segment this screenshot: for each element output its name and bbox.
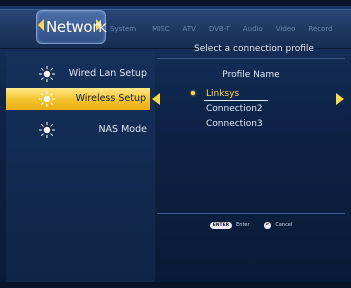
sidebar-item-label: NAS Mode [98,124,147,135]
tab-left-arrow-icon[interactable] [38,19,44,31]
page-subtitle: Select a connection profile [194,44,314,54]
arrow-right-icon[interactable] [336,93,344,105]
profile-selection-underline [204,100,268,101]
selected-indicator-icon [191,91,195,95]
sidebar [6,52,155,282]
sidebar-item-wireless-setup[interactable]: Wireless Setup [6,88,150,110]
enter-hint-label: Enter [236,222,250,228]
key-hints: ENTER Enter ↶ Cancel [157,220,345,230]
tab-atv[interactable]: ATV [183,25,196,37]
sun-icon [39,122,55,138]
profile-item-connection2[interactable]: Connection2 [206,104,263,114]
profile-item-connection3[interactable]: Connection3 [206,119,263,129]
profile-list-header: Profile Name [222,70,280,80]
return-key-icon: ↶ [263,221,272,229]
tab-audio[interactable]: Audio [243,25,263,37]
tab-system[interactable]: System [110,25,136,37]
tab-strip: System MISC ATV DVB-T Audio Video Record [110,25,346,37]
tab-video[interactable]: Video [276,25,296,37]
sidebar-item-wired-lan-setup[interactable]: Wired Lan Setup [6,63,155,85]
top-border [0,0,351,6]
sidebar-item-nas-mode[interactable]: NAS Mode [6,119,155,141]
sun-icon [39,91,55,107]
footer-divider [157,213,345,214]
profile-item-linksys[interactable]: Linksys [206,89,239,99]
bottom-border [0,282,351,288]
tab-record[interactable]: Record [308,25,332,37]
tab-misc[interactable]: MISC [152,25,169,37]
sun-icon [39,66,55,82]
tab-dvbt[interactable]: DVB-T [209,25,230,37]
sidebar-item-label: Wired Lan Setup [68,68,147,79]
active-tab-label: Network [46,18,107,36]
cancel-hint-label: Cancel [275,222,293,228]
sidebar-item-label: Wireless Setup [75,93,146,104]
arrow-left-icon[interactable] [152,93,160,105]
enter-key-icon: ENTER [209,221,233,229]
divider [157,58,345,59]
osd-frame: Network System MISC ATV DVB-T Audio Vide… [0,0,351,288]
